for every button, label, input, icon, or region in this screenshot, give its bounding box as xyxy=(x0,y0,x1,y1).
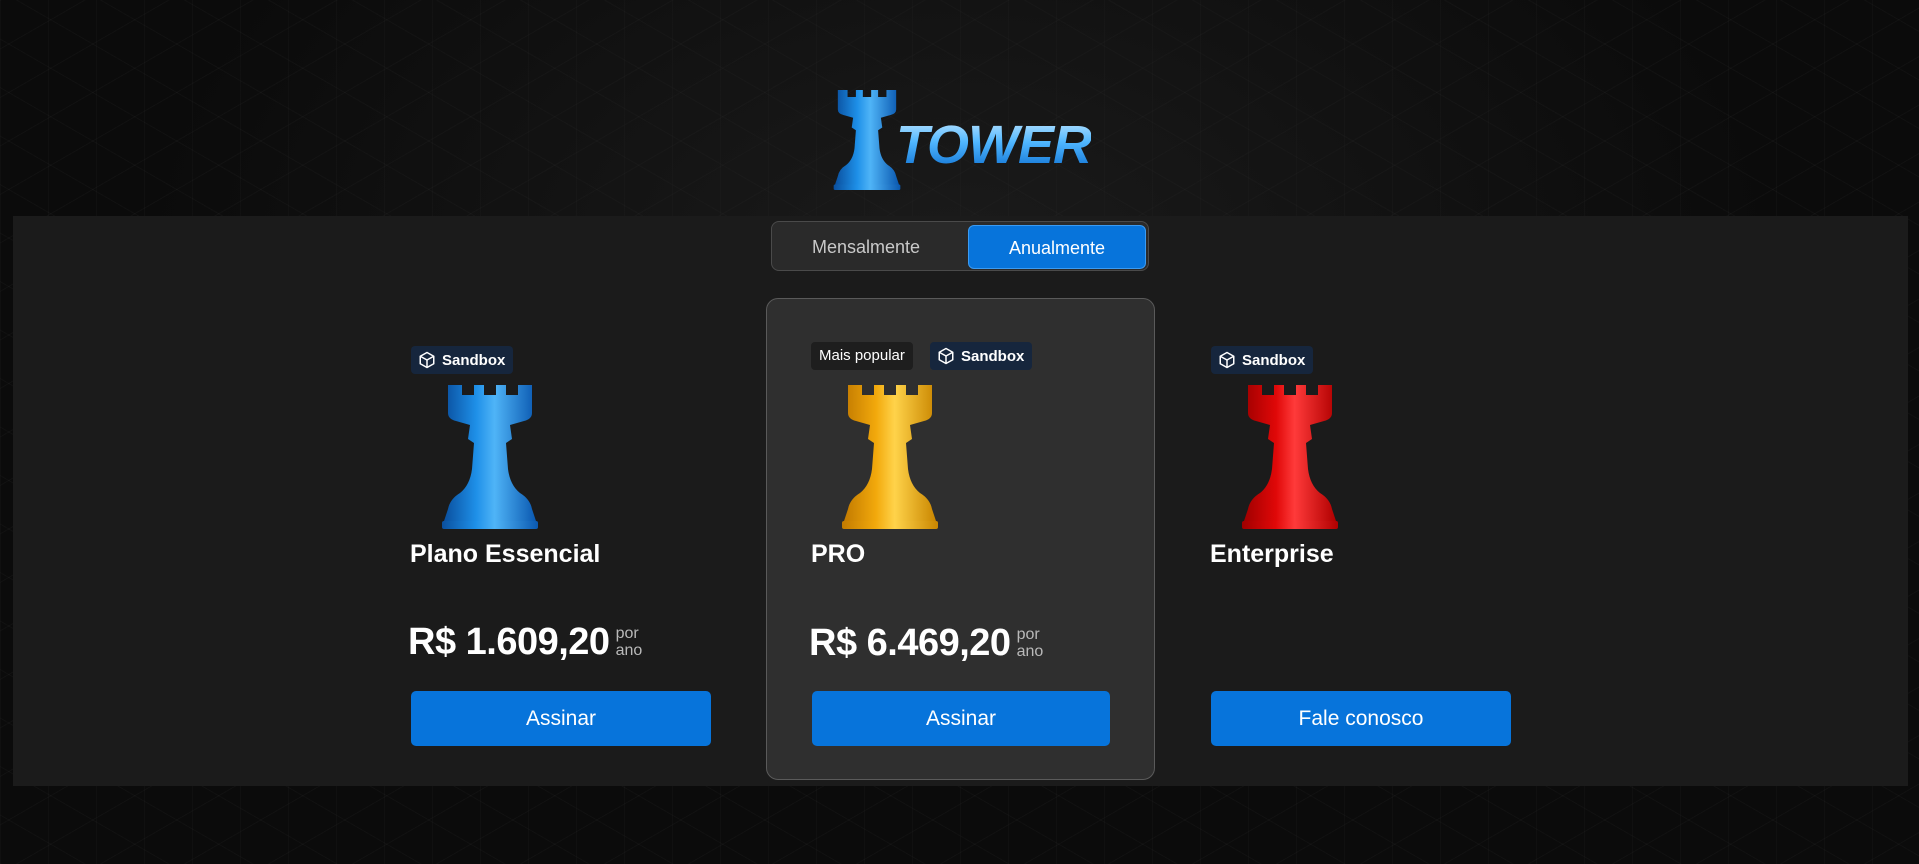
subscribe-button[interactable]: Assinar xyxy=(812,691,1110,746)
price-period-bottom: ano xyxy=(1016,643,1044,660)
toggle-yearly[interactable]: Anualmente xyxy=(968,225,1146,269)
cube-icon xyxy=(1219,351,1235,369)
brand-logo: TOWER xyxy=(832,86,1092,190)
plan-name: PRO xyxy=(811,540,866,568)
price-amount: R$ 1.609,20 xyxy=(408,621,610,663)
sandbox-badge-label: Sandbox xyxy=(961,347,1025,365)
price-period: por ano xyxy=(1017,626,1044,660)
chess-rook-icon xyxy=(440,385,540,529)
price-period-top: por xyxy=(615,625,639,642)
brand-name: TOWER xyxy=(896,115,1092,175)
plan-price: R$ 1.609,20 por ano xyxy=(408,623,642,661)
sandbox-badge-label: Sandbox xyxy=(1242,351,1306,369)
chess-rook-icon xyxy=(840,385,940,529)
subscribe-button[interactable]: Assinar xyxy=(411,691,711,746)
price-period-top: por xyxy=(1016,626,1040,643)
plan-name: Plano Essencial xyxy=(410,540,601,568)
chess-rook-icon xyxy=(1240,385,1340,529)
price-period-bottom: ano xyxy=(615,642,643,659)
popular-badge: Mais popular xyxy=(811,342,913,370)
plan-price: R$ 6.469,20 por ano xyxy=(809,624,1043,662)
price-period: por ano xyxy=(616,625,643,659)
price-amount: R$ 6.469,20 xyxy=(809,622,1011,664)
sandbox-badge: Sandbox xyxy=(1211,346,1314,374)
sandbox-badge: Sandbox xyxy=(930,342,1033,370)
sandbox-badge: Sandbox xyxy=(411,346,514,374)
toggle-monthly[interactable]: Mensalmente xyxy=(776,225,956,269)
cube-icon xyxy=(938,347,954,365)
logo-rook-icon xyxy=(832,90,902,190)
billing-toggle: Mensalmente Anualmente xyxy=(771,221,1149,271)
contact-button[interactable]: Fale conosco xyxy=(1211,691,1511,746)
plan-name: Enterprise xyxy=(1210,540,1334,568)
cube-icon xyxy=(419,351,435,369)
sandbox-badge-label: Sandbox xyxy=(442,351,506,369)
